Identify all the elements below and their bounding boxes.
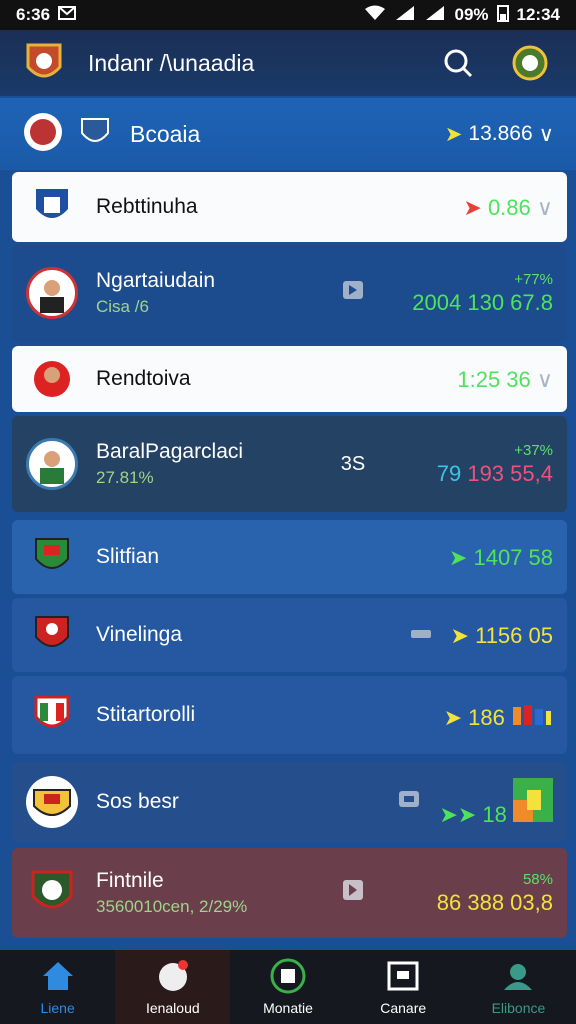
league-header[interactable]: Bcoaia ➤ 13.866 ∨ <box>0 98 576 170</box>
row-value: 1:25 36 ∨ <box>457 367 553 392</box>
nav-label: Elibonce <box>491 1000 546 1016</box>
club-crest-icon <box>26 609 78 661</box>
row-name: BaralPagarclaci <box>96 440 244 463</box>
nav-match[interactable]: Monatie <box>230 950 345 1024</box>
nav-profile[interactable]: Elibonce <box>461 950 576 1024</box>
row-value: ➤ 0.86 ∨ <box>463 195 553 220</box>
home-icon <box>40 958 76 994</box>
list-item[interactable]: Fintnile 3560010cen, 2/29% 58% 86 388 03… <box>12 848 567 938</box>
row-change: 58% <box>522 870 553 888</box>
team-crest-icon <box>22 111 64 158</box>
row-mid: 3S <box>340 452 366 475</box>
nav-home[interactable]: Liene <box>0 950 115 1024</box>
row-sub: 27.81% <box>96 468 154 487</box>
player-avatar <box>26 438 78 490</box>
match-icon <box>270 958 306 994</box>
shield-crest-icon <box>26 181 78 233</box>
nav-scores[interactable]: Canare <box>346 950 461 1024</box>
row-stats: 86 388 03,8 <box>436 889 553 915</box>
club-crest-icon <box>26 776 78 828</box>
list-item[interactable]: Sos besr ➤➤ 18 <box>12 762 567 842</box>
chevron-down-icon: ∨ <box>538 122 554 146</box>
row-value: ➤ 186 <box>444 701 553 731</box>
row-name: Fintnile <box>96 869 164 892</box>
row-value: ➤ 1156 05 <box>450 623 553 648</box>
notification-icon <box>155 958 191 994</box>
nav-label: Liene <box>40 1000 75 1016</box>
battery-icon <box>496 4 509 27</box>
row-name: Stitartorolli <box>96 703 196 726</box>
row-name: Ngartaiudain <box>96 269 216 292</box>
wifi-icon <box>364 5 386 26</box>
list-item[interactable]: BaralPagarclaci 27.81% 3S +37% 79 193 55… <box>12 416 567 512</box>
scores-icon <box>385 958 421 994</box>
status-time-right: 12:34 <box>516 5 560 24</box>
signal-icon-2 <box>424 5 446 26</box>
row-sub: Cisa /6 <box>96 297 149 316</box>
list-item[interactable]: Rebttinuha ➤ 0.86 ∨ <box>12 172 567 242</box>
list-item[interactable]: Vinelinga ➤ 1156 05 <box>12 598 567 672</box>
nav-label: Canare <box>380 1000 427 1016</box>
nav-label: Monatie <box>263 1000 313 1016</box>
arrow-icon: ➤ <box>444 122 463 146</box>
app-logo-icon <box>24 41 64 85</box>
search-button[interactable] <box>436 41 480 85</box>
league-name: Bcoaia <box>130 120 201 147</box>
nav-label: Ienaloud <box>145 1000 200 1016</box>
minus-icon <box>391 624 451 647</box>
row-value: ➤ 1407 58 <box>448 545 553 570</box>
app-title: Indanr /\unaadia <box>88 49 255 76</box>
forward-icon[interactable] <box>323 280 383 306</box>
row-stats: 2004 130 67.8 <box>412 289 553 315</box>
nav-notifications[interactable]: Ienaloud <box>115 950 231 1024</box>
league-value: ➤ 13.866 ∨ <box>444 122 554 146</box>
row-name: Rebttinuha <box>96 195 198 218</box>
list-item[interactable]: Slitfian ➤ 1407 58 <box>12 520 567 594</box>
club-crest-icon <box>26 531 78 583</box>
row-stats: 79 193 55,4 <box>436 460 553 486</box>
shield-icon <box>78 115 112 154</box>
forward-icon[interactable] <box>323 879 383 907</box>
search-icon <box>444 49 473 78</box>
player-avatar <box>26 267 78 319</box>
profile-badge-button[interactable] <box>508 41 552 85</box>
app-bar: Indanr /\unaadia <box>0 30 576 96</box>
battery-level: 09% <box>454 5 489 24</box>
bottom-nav: Liene Ienaloud Monatie Canare Elibonce <box>0 950 576 1024</box>
row-name: Sos besr <box>96 790 179 813</box>
profile-icon <box>500 958 536 994</box>
list-item[interactable]: Rendtoiva 1:25 36 ∨ <box>12 346 567 412</box>
row-sub: 3560010cen, 2/29% <box>96 897 248 916</box>
club-crest-icon <box>26 689 78 741</box>
row-name: Rendtoiva <box>96 367 191 390</box>
row-change: +37% <box>514 441 553 459</box>
tile-icon <box>513 778 553 827</box>
row-value: ➤➤ 18 <box>439 778 553 828</box>
player-avatar <box>26 353 78 405</box>
bar-icon <box>511 705 553 730</box>
row-name: Slitfian <box>96 545 160 568</box>
signal-icon <box>394 5 416 26</box>
row-change: +77% <box>514 270 553 288</box>
row-name: Vinelinga <box>96 623 183 646</box>
club-crest-icon <box>26 867 78 919</box>
status-time-left: 6:36 <box>16 5 51 24</box>
list-item[interactable]: Stitartorolli ➤ 186 <box>12 676 567 754</box>
badge-icon <box>512 45 548 81</box>
mail-icon <box>58 5 77 25</box>
square-icon <box>379 789 439 815</box>
list-item[interactable]: Ngartaiudain Cisa /6 +77% 2004 130 67.8 <box>12 244 567 342</box>
status-bar: 6:36 09% 12:34 <box>0 0 576 30</box>
